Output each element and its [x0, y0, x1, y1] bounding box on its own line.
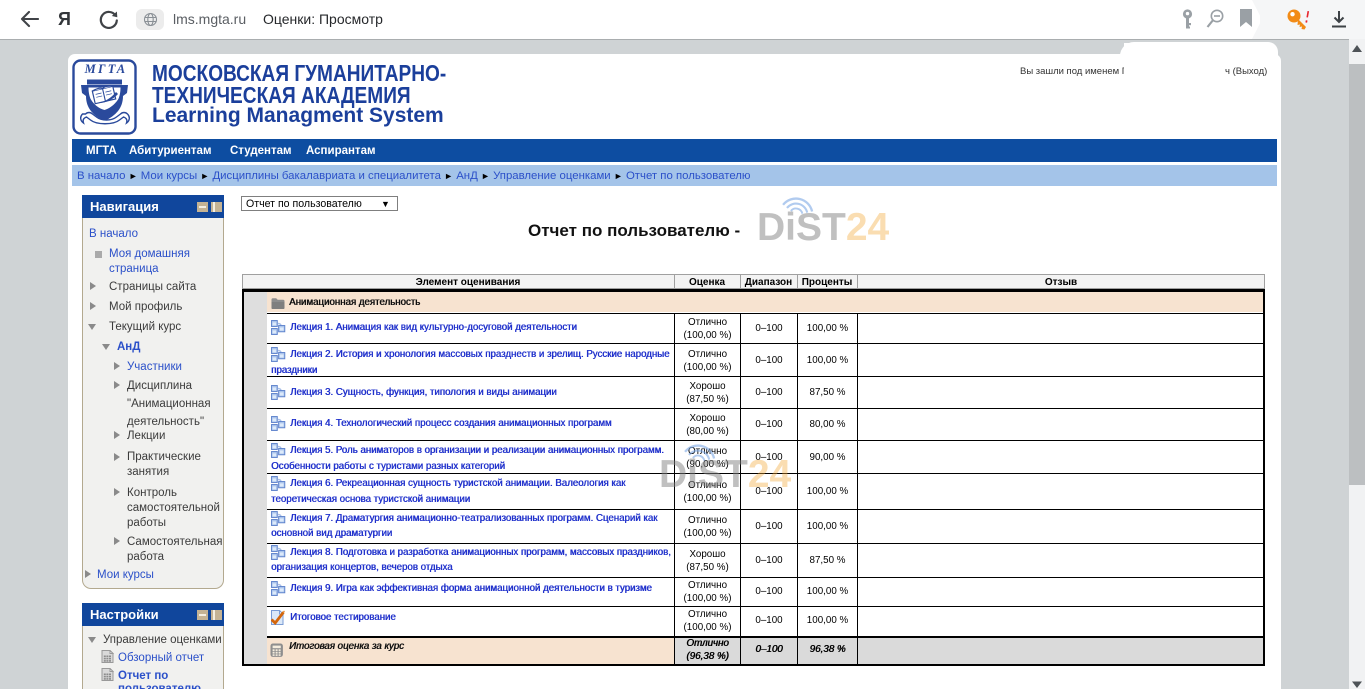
svg-text:МГТА: МГТА — [84, 62, 128, 76]
